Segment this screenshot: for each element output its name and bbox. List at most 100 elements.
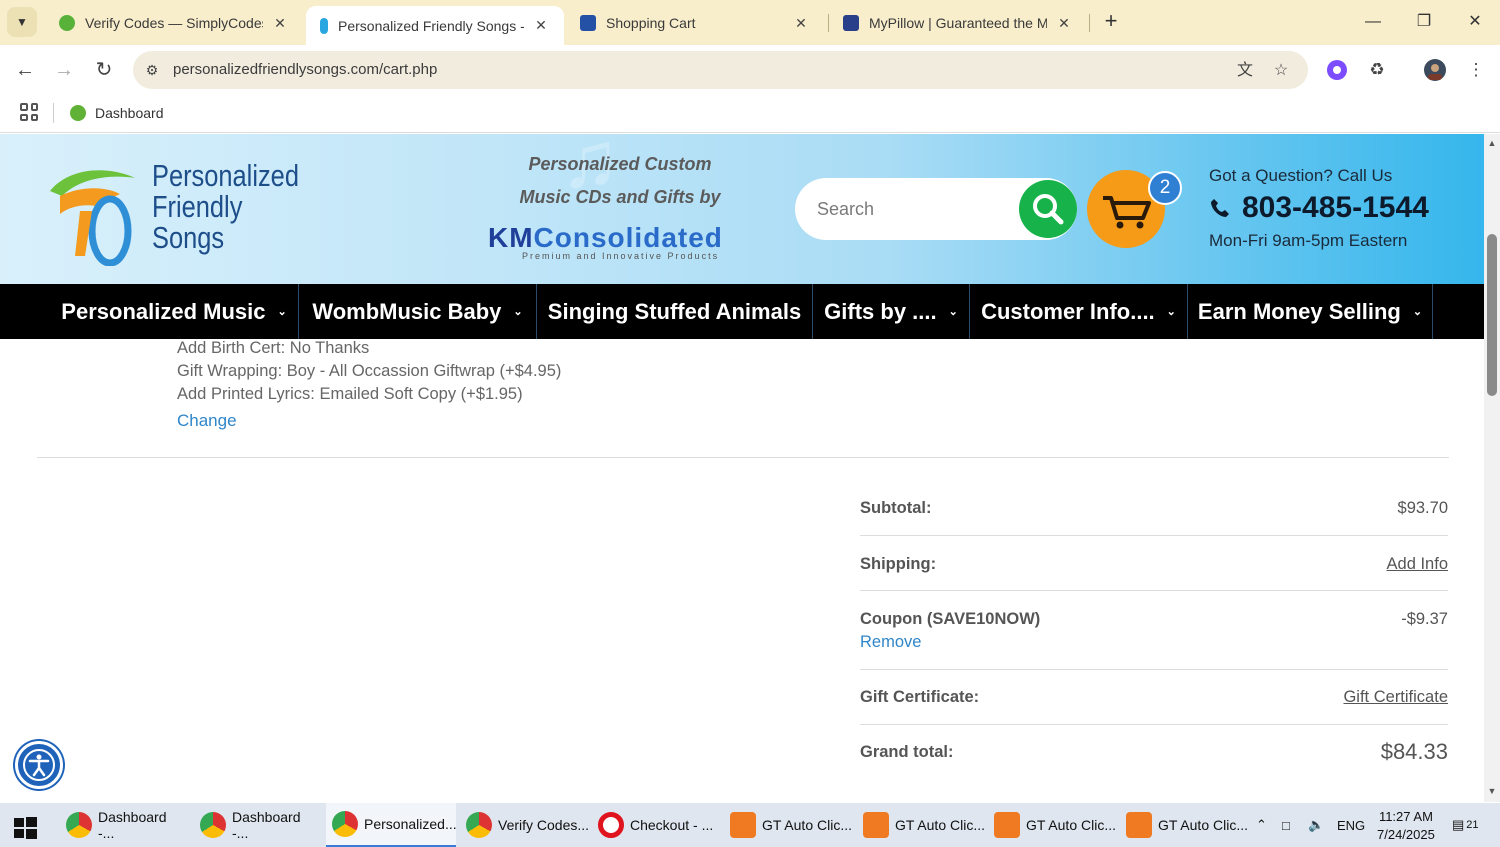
change-options-link[interactable]: Change bbox=[177, 411, 237, 431]
nav-gifts-by[interactable]: Gifts by .... ⌄ bbox=[813, 284, 970, 339]
extensions-puzzle-icon[interactable]: ♻ bbox=[1366, 59, 1388, 81]
dashboard-favicon-icon bbox=[70, 105, 86, 121]
taskbar-app-label: GT Auto Clic... bbox=[1026, 817, 1116, 833]
chrome-icon bbox=[66, 812, 92, 838]
subtotal-value: $93.70 bbox=[1397, 499, 1448, 517]
tab-mypillow[interactable]: MyPillow | Guaranteed the Mos ✕ bbox=[829, 6, 1087, 40]
shipping-add-info-link[interactable]: Add Info bbox=[1387, 555, 1448, 574]
nav-wombmusic-baby[interactable]: WombMusic Baby ⌄ bbox=[299, 284, 537, 339]
search-input[interactable]: Search bbox=[817, 199, 874, 220]
tab-title: Verify Codes — SimplyCodes bbox=[85, 15, 263, 31]
scroll-thumb[interactable] bbox=[1487, 234, 1497, 396]
taskbar-app-gt-auto-clicker-1[interactable]: GT Auto Clic... bbox=[724, 803, 852, 847]
tab-search-button[interactable]: ▼ bbox=[7, 7, 37, 37]
site-search[interactable]: Search bbox=[795, 178, 1077, 240]
close-icon[interactable]: ✕ bbox=[271, 15, 289, 32]
translate-icon[interactable]: 文 bbox=[1235, 61, 1255, 81]
close-icon[interactable]: ✕ bbox=[792, 15, 810, 32]
profile-avatar-icon[interactable] bbox=[1424, 59, 1446, 81]
restore-icon[interactable]: ❐ bbox=[1401, 8, 1447, 36]
url-text[interactable]: personalizedfriendlysongs.com/cart.php bbox=[173, 61, 437, 78]
taskbar-app-chrome-personalized[interactable]: Personalized... bbox=[326, 803, 457, 847]
tab-shopping-cart[interactable]: Shopping Cart ✕ bbox=[566, 6, 824, 40]
kmconsolidated-logo[interactable]: KMConsolidated bbox=[488, 222, 723, 254]
search-button[interactable] bbox=[1019, 180, 1077, 238]
taskbar-app-gt-auto-clicker-2[interactable]: GT Auto Clic... bbox=[857, 803, 985, 847]
phone-number[interactable]: 803-485-1544 bbox=[1242, 191, 1429, 225]
taskbar-app-gt-auto-clicker-4[interactable]: GT Auto Clic... bbox=[1120, 803, 1250, 847]
nav-personalized-music[interactable]: Personalized Music ⌄ bbox=[50, 284, 299, 339]
site-header: ♫ ♪ Personalized Friendly Songs Personal… bbox=[0, 134, 1484, 284]
address-bar[interactable]: ⚙ personalizedfriendlysongs.com/cart.php… bbox=[133, 51, 1308, 89]
accessibility-icon bbox=[23, 749, 55, 781]
reload-icon[interactable]: ↻ bbox=[91, 57, 117, 83]
gift-certificate-row: Gift Certificate: Gift Certificate bbox=[860, 670, 1448, 725]
chevron-down-icon: ⌄ bbox=[513, 306, 523, 318]
close-icon[interactable]: ✕ bbox=[1055, 15, 1073, 32]
windows-start-icon[interactable] bbox=[12, 815, 38, 841]
divider bbox=[37, 457, 1449, 458]
chrome-icon bbox=[332, 811, 358, 837]
language-indicator[interactable]: ENG bbox=[1337, 803, 1367, 847]
tab-personalized-friendly-songs[interactable]: Personalized Friendly Songs - S ✕ bbox=[306, 6, 564, 45]
hand-pointer-icon bbox=[863, 812, 889, 838]
extension-purple-icon[interactable] bbox=[1326, 59, 1348, 81]
bookmarks-bar: Dashboard bbox=[0, 95, 1500, 133]
order-totals: Subtotal: $93.70 Shipping: Add Info Coup… bbox=[860, 479, 1448, 781]
taskbar-clock[interactable]: 11:27 AM 7/24/2025 bbox=[1377, 808, 1435, 844]
contact-question: Got a Question? Call Us bbox=[1209, 166, 1393, 185]
music-favicon-icon bbox=[320, 17, 328, 34]
brand-subtitle: Premium and Innovative Products bbox=[522, 251, 720, 261]
mypillow-favicon-icon bbox=[843, 15, 859, 31]
minimize-icon[interactable]: — bbox=[1350, 8, 1396, 36]
chevron-down-icon: ⌄ bbox=[1166, 306, 1176, 318]
tray-chevron-up-icon[interactable]: ⌃ bbox=[1256, 803, 1274, 847]
site-logo-text[interactable]: Personalized Friendly Songs bbox=[152, 160, 299, 253]
nav-singing-stuffed-animals[interactable]: Singing Stuffed Animals bbox=[537, 284, 813, 339]
accessibility-button[interactable] bbox=[15, 741, 63, 789]
new-tab-plus-icon[interactable]: + bbox=[1099, 10, 1123, 34]
notifications-button[interactable]: ▤ 21 bbox=[1452, 803, 1486, 847]
taskbar-app-opera-checkout[interactable]: Checkout - ... bbox=[592, 803, 718, 847]
nav-earn-money-selling[interactable]: Earn Money Selling ⌄ bbox=[1188, 284, 1433, 339]
tab-title: Shopping Cart bbox=[606, 15, 696, 31]
cart-count-badge[interactable]: 2 bbox=[1148, 171, 1182, 205]
network-icon[interactable]: □ bbox=[1282, 803, 1304, 847]
volume-icon[interactable]: 🔈 bbox=[1308, 803, 1330, 847]
tagline: Personalized Custom Music CDs and Gifts … bbox=[490, 148, 750, 214]
shipping-row: Shipping: Add Info bbox=[860, 536, 1448, 591]
back-arrow-icon[interactable]: ← bbox=[12, 57, 38, 83]
subtotal-label: Subtotal: bbox=[860, 499, 932, 517]
menu-kebab-icon[interactable]: ⋮ bbox=[1465, 59, 1487, 81]
chevron-down-icon: ⌄ bbox=[277, 306, 287, 318]
site-logo-icon[interactable] bbox=[40, 156, 150, 266]
bookmark-dashboard[interactable]: Dashboard bbox=[70, 101, 164, 125]
taskbar-app-label: Dashboard -... bbox=[232, 809, 301, 841]
coupon-label: Coupon (SAVE10NOW) bbox=[860, 610, 1041, 628]
taskbar-app-label: GT Auto Clic... bbox=[1158, 817, 1248, 833]
scroll-down-icon[interactable]: ▼ bbox=[1487, 786, 1497, 796]
taskbar-app-chrome-dashboard-2[interactable]: Dashboard -... bbox=[194, 803, 320, 847]
close-window-icon[interactable]: ✕ bbox=[1452, 8, 1498, 36]
taskbar-app-chrome-dashboard[interactable]: Dashboard -... bbox=[60, 803, 186, 847]
tab-verify-codes[interactable]: Verify Codes — SimplyCodes ✕ bbox=[45, 6, 303, 40]
brand-km: KM bbox=[488, 222, 534, 253]
taskbar-app-gt-auto-clicker-3[interactable]: GT Auto Clic... bbox=[988, 803, 1116, 847]
main-navigation: Personalized Music ⌄ WombMusic Baby ⌄ Sing… bbox=[0, 284, 1484, 339]
page-viewport: ♫ ♪ Personalized Friendly Songs Personal… bbox=[0, 134, 1484, 802]
bookmark-star-icon[interactable]: ☆ bbox=[1271, 61, 1291, 81]
site-info-icon[interactable]: ⚙ bbox=[143, 61, 161, 79]
taskbar-app-chrome-verify-codes[interactable]: Verify Codes... bbox=[460, 803, 590, 847]
remove-coupon-link[interactable]: Remove bbox=[860, 633, 921, 652]
forward-arrow-icon[interactable]: → bbox=[51, 57, 77, 83]
opera-icon bbox=[598, 812, 624, 838]
nav-label: WombMusic Baby bbox=[312, 298, 502, 324]
gift-certificate-link[interactable]: Gift Certificate bbox=[1343, 688, 1448, 707]
nav-customer-info[interactable]: Customer Info.... ⌄ bbox=[970, 284, 1188, 339]
scroll-up-icon[interactable]: ▲ bbox=[1487, 138, 1497, 148]
nav-label: Gifts by .... bbox=[824, 298, 937, 324]
page-scrollbar[interactable]: ▲ ▼ bbox=[1484, 134, 1500, 802]
taskbar-app-label: Verify Codes... bbox=[498, 817, 590, 833]
apps-grid-icon[interactable] bbox=[20, 103, 38, 121]
close-icon[interactable]: ✕ bbox=[532, 17, 550, 34]
